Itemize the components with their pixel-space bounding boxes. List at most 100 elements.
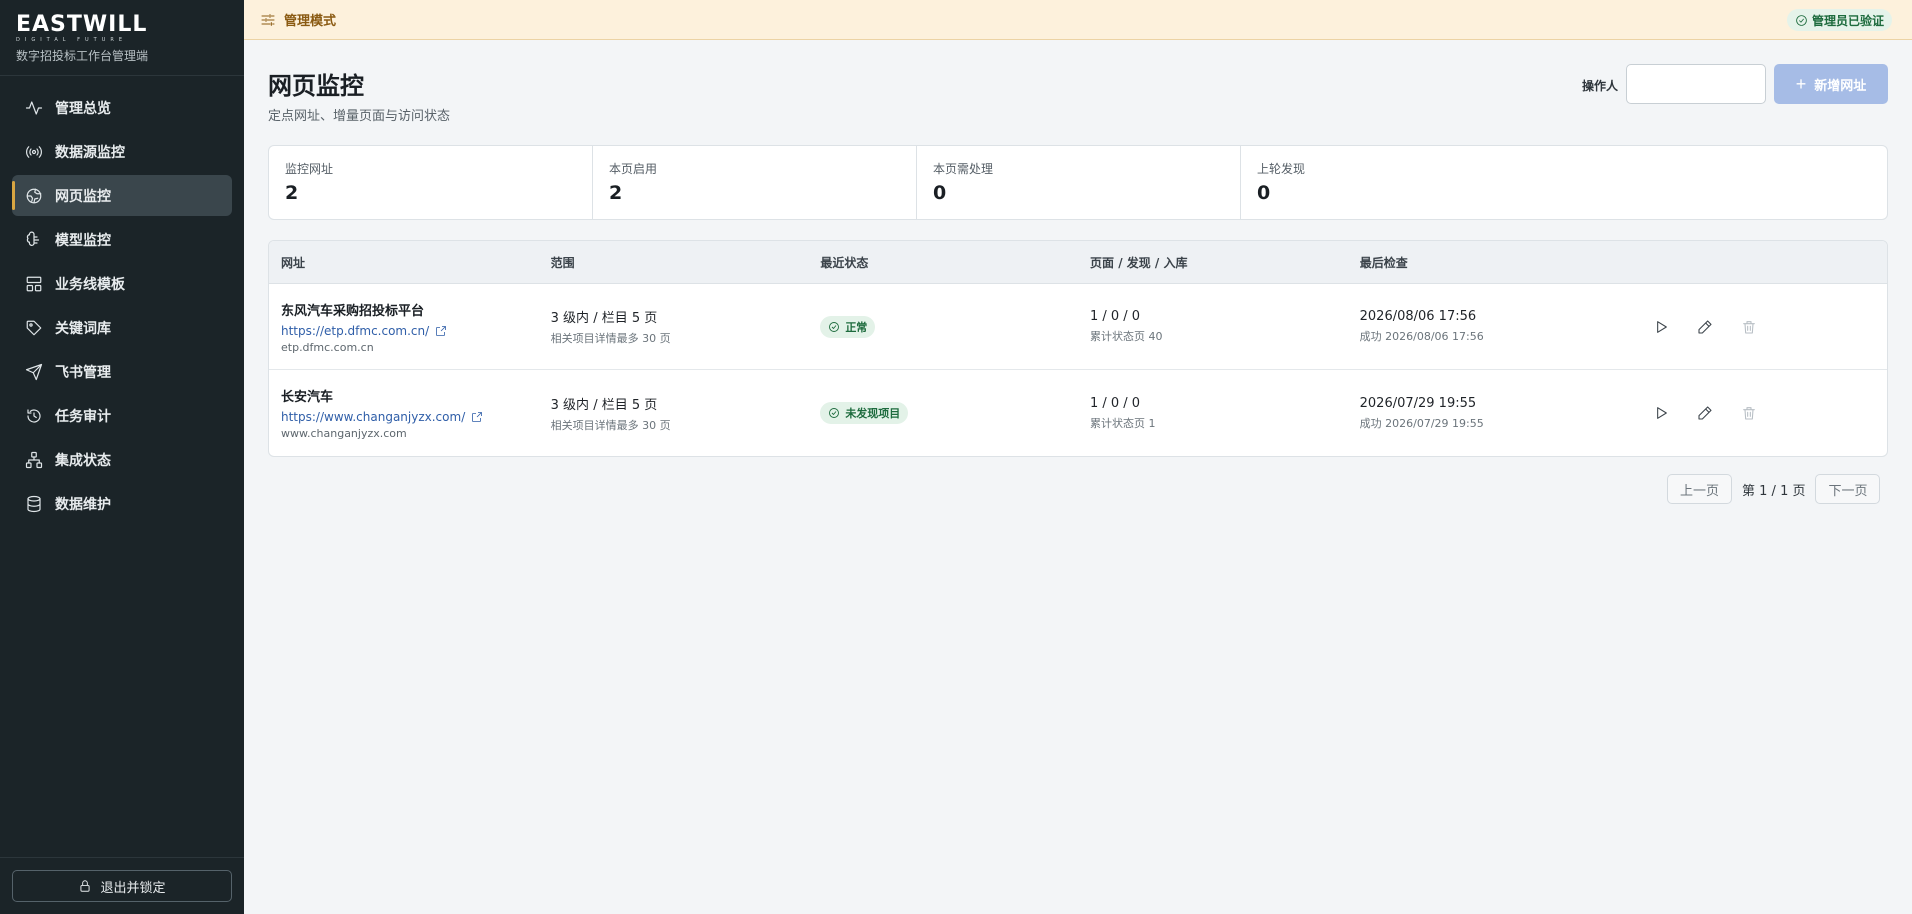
sidebar-item-audit[interactable]: 任务审计 xyxy=(12,395,232,436)
network-icon xyxy=(25,451,43,469)
site-domain: www.changanjyzx.com xyxy=(281,427,407,440)
stat-label: 本页需处理 xyxy=(933,162,994,176)
sidebar-item-label: 管理总览 xyxy=(55,100,111,117)
next-page-button[interactable]: 下一页 xyxy=(1815,474,1881,504)
scope-subtext: 相关项目详情最多 30 页 xyxy=(550,418,671,432)
col-header-counts: 页面 / 发现 / 入库 xyxy=(1090,255,1188,270)
brand: EASTWILL DIGITAL FUTURE 数字招投标工作台管理端 xyxy=(0,0,244,76)
cell-counts: 1 / 0 / 0 累计状态页 40 xyxy=(1078,309,1348,344)
col-header-url: 网址 xyxy=(281,255,306,270)
add-url-button[interactable]: + 新增网址 xyxy=(1774,64,1888,104)
col-header-scope: 范围 xyxy=(550,255,575,270)
sidebar-nav: 管理总览 数据源监控 网页监控 模型监控 业务线模板 关键词库 飞书管理 任务审… xyxy=(0,76,244,524)
add-url-label: 新增网址 xyxy=(1814,77,1867,93)
check-circle-icon xyxy=(829,321,840,332)
cell-last-check: 2026/08/06 17:56 成功 2026/08/06 17:56 xyxy=(1348,309,1618,344)
delete-button[interactable] xyxy=(1735,399,1763,427)
edit-button[interactable] xyxy=(1691,313,1719,341)
external-link-icon xyxy=(436,325,447,336)
sidebar-item-label: 网页监控 xyxy=(55,188,111,205)
logout-label: 退出并锁定 xyxy=(100,880,166,896)
sidebar-item-datasource[interactable]: 数据源监控 xyxy=(12,131,232,172)
play-icon xyxy=(1657,320,1668,333)
col-header-last-check: 最后检查 xyxy=(1359,255,1408,270)
logo-subtitle: DIGITAL FUTURE xyxy=(16,37,128,43)
sidebar-item-label: 数据维护 xyxy=(55,496,111,513)
operator-input[interactable] xyxy=(1626,64,1766,104)
scope-text: 3 级内 / 栏目 5 页 xyxy=(550,311,658,326)
counts-subtext: 累计状态页 40 xyxy=(1089,330,1163,343)
send-icon xyxy=(25,363,43,381)
col-header-status: 最近状态 xyxy=(820,255,869,270)
sidebar-footer: 退出并锁定 xyxy=(0,857,244,914)
sidebar-item-label: 飞书管理 xyxy=(55,364,111,381)
site-url-link[interactable]: https://www.changanjyzx.com/ xyxy=(281,410,539,424)
url-table: 网址 范围 最近状态 页面 / 发现 / 入库 最后检查 东风汽车采购招投标平台… xyxy=(268,240,1888,457)
delete-button[interactable] xyxy=(1735,313,1763,341)
table-row: 长安汽车 https://www.changanjyzx.com/ www.ch… xyxy=(269,370,1887,456)
sidebar-item-keywords[interactable]: 关键词库 xyxy=(12,307,232,348)
stat-label: 监控网址 xyxy=(285,162,334,176)
last-check-text: 2026/07/29 19:55 xyxy=(1359,395,1477,411)
scope-subtext: 相关项目详情最多 30 页 xyxy=(550,332,671,345)
activity-icon xyxy=(25,99,43,117)
site-name: 东风汽车采购招投标平台 xyxy=(281,303,425,319)
stat-label: 上轮发现 xyxy=(1257,162,1306,176)
stat-value: 2 xyxy=(285,182,299,204)
radio-icon xyxy=(25,143,43,161)
pencil-icon xyxy=(1698,406,1712,420)
sidebar-item-templates[interactable]: 业务线模板 xyxy=(12,263,232,304)
sidebar: EASTWILL DIGITAL FUTURE 数字招投标工作台管理端 管理总览… xyxy=(0,0,244,914)
edit-button[interactable] xyxy=(1691,399,1719,427)
operator-label: 操作人 xyxy=(1582,79,1619,93)
cell-scope: 3 级内 / 栏目 5 页 相关项目详情最多 30 页 xyxy=(539,307,809,346)
sidebar-item-data-maintenance[interactable]: 数据维护 xyxy=(12,483,232,524)
cell-counts: 1 / 0 / 0 累计状态页 1 xyxy=(1078,396,1348,431)
page-info: 第 1 / 1 页 xyxy=(1742,483,1806,499)
sidebar-item-label: 模型监控 xyxy=(55,232,111,249)
counts-text: 1 / 0 / 0 xyxy=(1089,309,1141,324)
cell-last-check: 2026/07/29 19:55 成功 2026/07/29 19:55 xyxy=(1348,396,1618,431)
sidebar-item-model-monitor[interactable]: 模型监控 xyxy=(12,219,232,260)
history-icon xyxy=(25,407,43,425)
sidebar-item-label: 数据源监控 xyxy=(55,144,125,161)
plus-icon: + xyxy=(1795,74,1807,94)
globe-icon xyxy=(25,187,43,205)
prev-page-button[interactable]: 上一页 xyxy=(1667,474,1733,504)
site-name: 长安汽车 xyxy=(281,390,334,405)
cell-actions xyxy=(1617,313,1887,341)
stat-value: 2 xyxy=(609,182,623,204)
stats-panel: 监控网址 2 本页启用 2 本页需处理 0 上轮发现 0 xyxy=(268,145,1888,220)
site-url-link[interactable]: https://etp.dfmc.com.cn/ xyxy=(281,324,539,338)
counts-subtext: 累计状态页 1 xyxy=(1089,416,1156,430)
sliders-icon xyxy=(260,12,284,28)
cell-status: 未发现项目 xyxy=(808,402,1078,424)
trash-icon xyxy=(1743,407,1756,420)
lock-icon xyxy=(80,880,91,892)
external-link-icon xyxy=(472,412,483,422)
trash-icon xyxy=(1743,320,1756,334)
admin-mode-banner: 管理模式 管理员已验证 xyxy=(244,0,1912,40)
tag-icon xyxy=(25,319,43,337)
layout-icon xyxy=(25,275,43,293)
logout-lock-button[interactable]: 退出并锁定 xyxy=(12,870,232,902)
cell-url: 长安汽车 https://www.changanjyzx.com/ www.ch… xyxy=(269,386,539,440)
stat-needs-handling: 本页需处理 0 xyxy=(917,146,1241,219)
cell-url: 东风汽车采购招投标平台 https://etp.dfmc.com.cn/ etp… xyxy=(269,300,539,354)
sidebar-item-web-monitor[interactable]: 网页监控 xyxy=(12,175,232,216)
run-button[interactable] xyxy=(1647,399,1675,427)
check-circle-icon xyxy=(829,408,840,418)
sidebar-item-label: 业务线模板 xyxy=(55,276,125,293)
page-title: 网页监控 xyxy=(268,72,364,100)
logo: EASTWILL xyxy=(16,12,148,37)
sidebar-item-overview[interactable]: 管理总览 xyxy=(12,87,232,128)
sidebar-item-integration[interactable]: 集成状态 xyxy=(12,439,232,480)
mode-label: 管理模式 xyxy=(284,14,337,29)
cell-actions xyxy=(1617,399,1887,427)
stat-value: 0 xyxy=(1257,182,1271,204)
sidebar-item-feishu[interactable]: 飞书管理 xyxy=(12,351,232,392)
brand-tagline: 数字招投标工作台管理端 xyxy=(16,49,149,63)
brain-icon xyxy=(25,231,43,249)
run-button[interactable] xyxy=(1647,313,1675,341)
site-domain: etp.dfmc.com.cn xyxy=(281,340,374,354)
